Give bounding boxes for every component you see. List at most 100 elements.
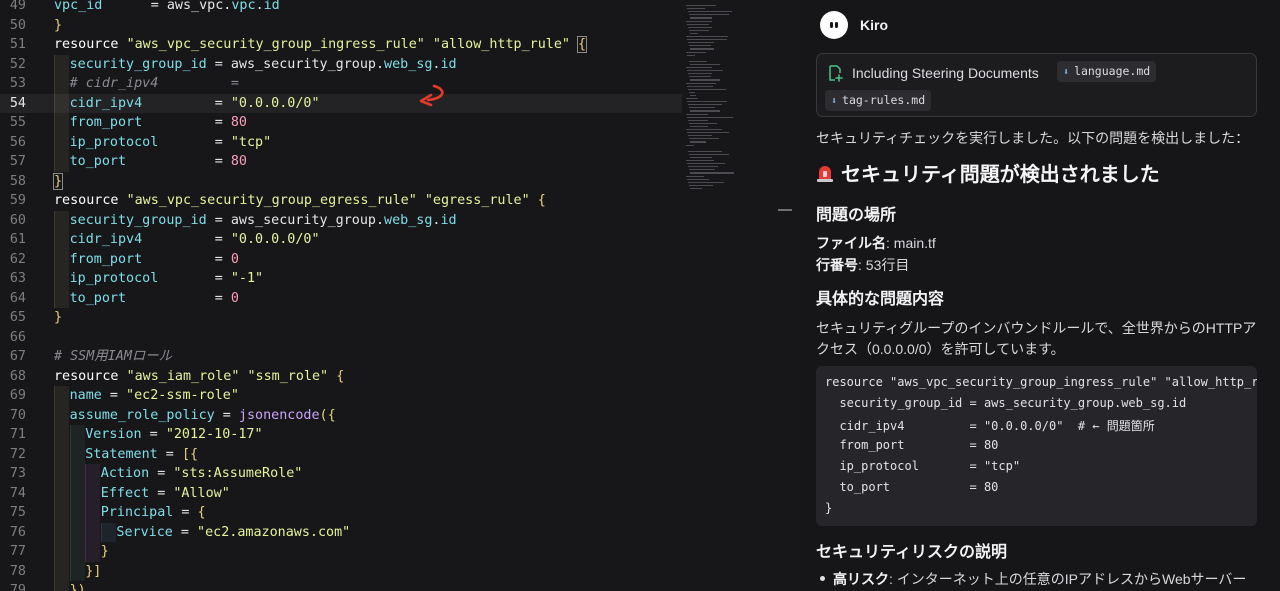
code-token: from_port [69, 251, 143, 267]
line-number: 73 [9, 466, 26, 481]
file-download-icon: ⬇ [1063, 67, 1070, 78]
code-text: assume_role_policy = jsonencode({ [70, 406, 336, 426]
code-line[interactable]: 55 from_port = 80 [0, 113, 682, 133]
steering-file-chip[interactable]: ⬇ tag-rules.md [825, 90, 932, 111]
code-line[interactable]: 70 assume_role_policy = jsonencode({ [0, 405, 682, 426]
code-snippet-line: security_group_id = aws_security_group.w… [825, 396, 1187, 410]
chat-title: Kiro [860, 17, 888, 33]
minimap-line [690, 79, 720, 81]
code-line[interactable]: 74 Effect = "Allow" [0, 483, 682, 504]
indent-guide [54, 152, 69, 172]
risk-description: : インターネット上の任意のIPアドレスからWebサーバー [889, 571, 1247, 587]
indent-guide [54, 74, 69, 94]
code-area[interactable]: 49 vpc_id = aws_vpc.vpc.id 50} 51 resource "… [0, 0, 682, 591]
code-line[interactable]: 61 cidr_ipv4 = "0.0.0.0/0" [0, 230, 682, 250]
red-arrow-annotation [419, 84, 444, 107]
code-line[interactable]: 65} [0, 308, 682, 328]
code-text: Effect = "Allow" [101, 484, 230, 504]
code-line[interactable]: 52 security_group_id = aws_security_group… [0, 54, 682, 74]
code-text: Action = "sts:AssumeRole" [101, 464, 303, 484]
line-number: 52 [9, 56, 26, 72]
code-text: # SSM用IAMロール [54, 347, 172, 367]
intro-text: セキュリティチェックを実行しました。以下の問題を検出しました： [816, 130, 1250, 146]
minimap-line [690, 187, 702, 190]
line-number: 64 [9, 290, 26, 306]
code-line[interactable]: 78}] [0, 561, 682, 581]
code-line[interactable]: 71 Version = "2012-10-17" [0, 425, 682, 445]
file-name-value: : main.tf [886, 235, 936, 251]
minimap-line [689, 60, 707, 62]
code-line[interactable]: 64 to_port = 0 [0, 288, 682, 308]
line-number: 56 [9, 134, 26, 150]
code-token: Version [85, 427, 142, 442]
code-line[interactable]: 69 name = "ec2-ssm-role" [0, 386, 682, 406]
code-line[interactable]: 50} [0, 16, 682, 36]
code-line[interactable]: 57 to_port = 80 [0, 152, 682, 172]
code-line[interactable]: 49 vpc_id = aws_vpc.vpc.id [0, 0, 682, 16]
code-token: "-1" [230, 271, 264, 286]
indent-guide [54, 483, 69, 503]
code-token: "egress_rule" [424, 193, 530, 208]
minimap[interactable] [684, 0, 764, 200]
code-line[interactable]: 54 cidr_ipv4 = "0.0.0.0/0" [0, 93, 682, 113]
code-line[interactable]: 56 ip_protocol = "tcp" [0, 132, 682, 152]
code-line[interactable]: 53 # cidr_ipv4 = [0, 74, 682, 94]
minimap-line [690, 172, 734, 174]
code-line[interactable]: 75 Principal = { [0, 503, 682, 523]
code-line[interactable]: 77} [0, 542, 682, 562]
code-line[interactable]: 66 [0, 328, 682, 348]
line-number: 69 [9, 388, 26, 403]
code-line[interactable]: 59 resource "aws_vpc_security_group_egres… [0, 191, 682, 211]
indent-guide [69, 464, 85, 484]
minimap-line [689, 107, 715, 109]
minimap-line [686, 129, 722, 131]
code-snippet-line: } [825, 501, 833, 515]
code-token: { [577, 36, 588, 53]
code-line[interactable]: 67 # SSM用IAMロール [0, 347, 682, 367]
indent-guide [100, 522, 116, 542]
code-text: Principal = { [101, 503, 206, 523]
indent-guide [54, 269, 69, 289]
code-token: { [537, 193, 546, 208]
indent-guide [54, 542, 69, 562]
code-text: vpc_id = aws_vpc.vpc.id [54, 0, 280, 16]
code-text: } [101, 542, 109, 562]
minimap-line [690, 125, 708, 128]
code-line[interactable]: 60 security_group_id = aws_security_group… [0, 210, 682, 230]
code-line[interactable]: 58} [0, 172, 682, 192]
code-text: } [54, 16, 62, 36]
indent-guide [54, 581, 69, 591]
steering-file-chip[interactable]: ⬇ language.md [1057, 61, 1157, 82]
code-token: } [54, 17, 63, 33]
code-line[interactable]: 63 ip_protocol = "-1" [0, 269, 682, 289]
code-text: from_port = 0 [70, 250, 239, 270]
steering-documents-card[interactable]: Including Steering Documents ⬇ language.m… [816, 53, 1257, 117]
code-snippet-block[interactable]: resource "aws_vpc_security_group_ingress… [816, 366, 1257, 526]
detail-heading: 具体的な問題内容 [816, 291, 945, 308]
minimap-line [688, 135, 712, 137]
code-editor[interactable]: 49 vpc_id = aws_vpc.vpc.id 50} 51 resource "… [0, 0, 800, 591]
panel-resize-handle[interactable] [778, 209, 792, 211]
code-line[interactable]: 72 Statement = [{ [0, 444, 682, 464]
minimap-line [687, 23, 709, 25]
code-token: = [142, 232, 231, 247]
code-line[interactable]: 62 from_port = 0 [0, 249, 682, 270]
code-line[interactable]: 51 resource "aws_vpc_security_group_ingre… [0, 35, 682, 55]
code-token: "sts:AssumeRole" [173, 466, 303, 481]
minimap-line [687, 54, 695, 56]
code-line[interactable]: 73 Action = "sts:AssumeRole" [0, 464, 682, 484]
minimap-line [686, 98, 698, 100]
code-token: "aws_vpc_security_group_egress_rule" [126, 193, 417, 208]
code-line[interactable]: 79}) [0, 581, 682, 591]
code-token: . [255, 0, 264, 13]
minimap-line [688, 181, 724, 183]
code-line[interactable]: 68 resource "aws_iam_role" "ssm_role" { [0, 367, 682, 387]
code-token: = [214, 407, 239, 423]
code-line[interactable]: 76 Service = "ec2.amazonaws.com" [0, 522, 682, 542]
line-number: 78 [9, 563, 26, 579]
code-token: = [158, 271, 231, 286]
code-token: "2012-10-17" [165, 427, 263, 442]
code-token: [{ [181, 446, 199, 462]
file-name-key: ファイル名 [816, 235, 886, 251]
minimap-line [688, 104, 722, 106]
